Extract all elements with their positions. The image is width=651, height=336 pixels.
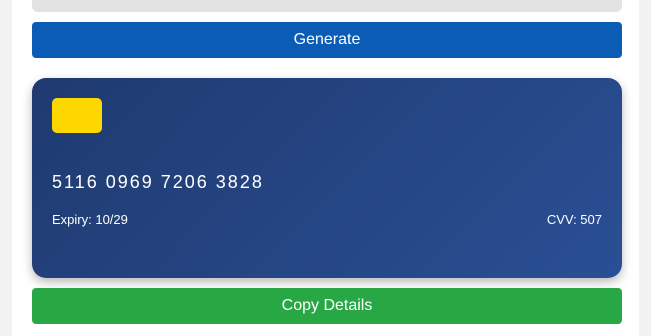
- copy-details-button[interactable]: Copy Details: [32, 288, 622, 324]
- credit-card-preview: 5116 0969 7206 3828 Expiry: 10/29 CVV: 5…: [32, 78, 622, 278]
- card-number: 5116 0969 7206 3828: [52, 172, 264, 192]
- card-cvv: CVV: 507: [546, 212, 602, 227]
- card-expiry: Expiry: 10/29: [52, 212, 128, 227]
- generate-button[interactable]: Generate: [32, 22, 622, 58]
- top-input-field[interactable]: [32, 0, 622, 12]
- card-chip-icon: [52, 98, 102, 133]
